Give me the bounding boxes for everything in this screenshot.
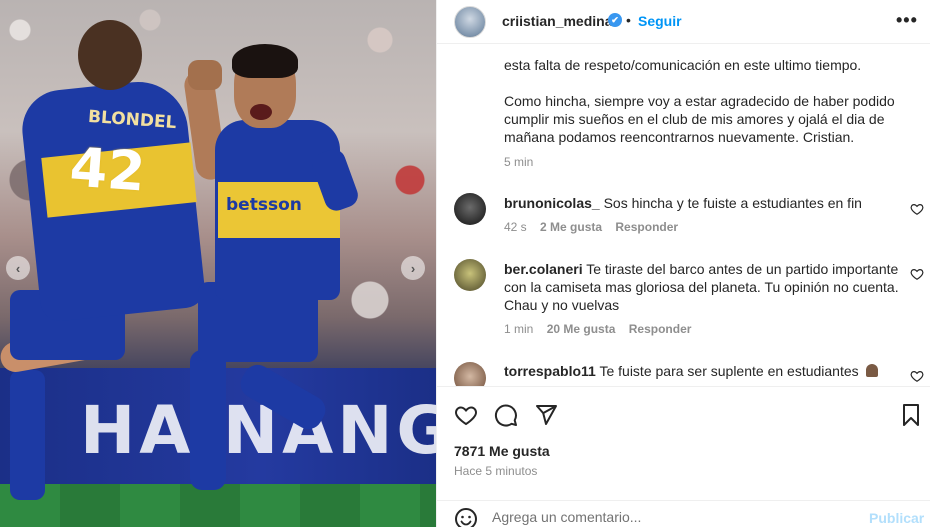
follow-button[interactable]: Seguir (638, 13, 682, 29)
carousel-prev-button[interactable]: ‹ (6, 256, 30, 280)
like-comment-heart-icon[interactable] (910, 267, 924, 281)
comment-avatar[interactable] (454, 362, 486, 386)
caption-paragraph: Como hincha, siempre voy a estar agradec… (504, 93, 895, 145)
comment-item: ber.colaneri Te tiraste del barco antes … (504, 260, 904, 314)
likes-count[interactable]: 7871 Me gusta (454, 443, 550, 459)
emoji-smile-icon[interactable] (454, 507, 478, 527)
like-heart-icon[interactable] (454, 403, 478, 427)
comments-section[interactable]: esta falta de respeto/comunicación en es… (437, 44, 930, 386)
more-options-icon[interactable]: ••• (896, 10, 918, 31)
person-emoji-icon (865, 364, 878, 377)
comment-time: 42 s (504, 220, 527, 234)
player2-mouth (250, 104, 272, 120)
comment-username[interactable]: ber.colaneri (504, 261, 583, 277)
comment-username[interactable]: brunonicolas_ (504, 195, 600, 211)
comment-item: brunonicolas_ Sos hincha y te fuiste a e… (504, 194, 904, 212)
comment-text: Te fuiste para ser suplente en estudiant… (599, 363, 859, 379)
post-time: Hace 5 minutos (454, 464, 538, 478)
pitch (0, 484, 436, 527)
player2-fist (188, 60, 222, 90)
comment-likes[interactable]: 20 Me gusta (547, 322, 616, 336)
caption-time: 5 min (504, 155, 534, 169)
player1-sock (10, 370, 45, 500)
post-image[interactable]: HAINANG BLONDEL 42 betsson ‹ › (0, 0, 436, 527)
chevron-left-icon: ‹ (15, 260, 21, 276)
verified-badge-icon: ✔ (608, 13, 622, 27)
ad-board-text: HAINANG (80, 392, 436, 469)
publish-button[interactable]: Publicar (869, 510, 924, 526)
add-comment-bar: Publicar (437, 500, 930, 527)
post-actions: 7871 Me gusta Hace 5 minutos (437, 386, 930, 486)
player2-hair (232, 44, 298, 78)
like-comment-heart-icon[interactable] (910, 202, 924, 216)
post-header: criistian_medina ✔ • Seguir ••• (437, 0, 930, 44)
header-separator: • (626, 12, 631, 28)
post-panel: criistian_medina ✔ • Seguir ••• esta fal… (436, 0, 930, 527)
comment-meta: 1 min 20 Me gusta Responder (504, 322, 691, 336)
comment-reply[interactable]: Responder (629, 322, 692, 336)
comment-meta: 42 s 2 Me gusta Responder (504, 220, 678, 234)
comment-likes[interactable]: 2 Me gusta (540, 220, 602, 234)
save-bookmark-icon[interactable] (899, 403, 923, 427)
comment-avatar[interactable] (454, 193, 486, 225)
player1-head (78, 20, 142, 90)
comment-avatar[interactable] (454, 259, 486, 291)
carousel-next-button[interactable]: › (401, 256, 425, 280)
like-comment-heart-icon[interactable] (910, 369, 924, 383)
comment-time: 1 min (504, 322, 534, 336)
comment-bubble-icon[interactable] (494, 403, 518, 427)
comment-text: Sos hincha y te fuiste a estudiantes en … (603, 195, 862, 211)
caption-cut-line (504, 44, 904, 46)
player2-leg-left (190, 350, 226, 490)
comment-input[interactable] (492, 509, 862, 525)
comment-username[interactable]: torrespablo11 (504, 363, 596, 379)
author-avatar[interactable] (454, 6, 486, 38)
player1-jersey-number: 42 (67, 135, 148, 204)
share-send-icon[interactable] (534, 403, 558, 427)
caption-partial: esta falta de respeto/comunicación en es… (504, 57, 862, 73)
player2-sponsor: betsson (226, 195, 302, 215)
chevron-right-icon: › (410, 260, 416, 276)
comment-reply[interactable]: Responder (615, 220, 678, 234)
author-username[interactable]: criistian_medina (502, 13, 613, 29)
comment-item: torrespablo11 Te fuiste para ser suplent… (504, 362, 904, 380)
